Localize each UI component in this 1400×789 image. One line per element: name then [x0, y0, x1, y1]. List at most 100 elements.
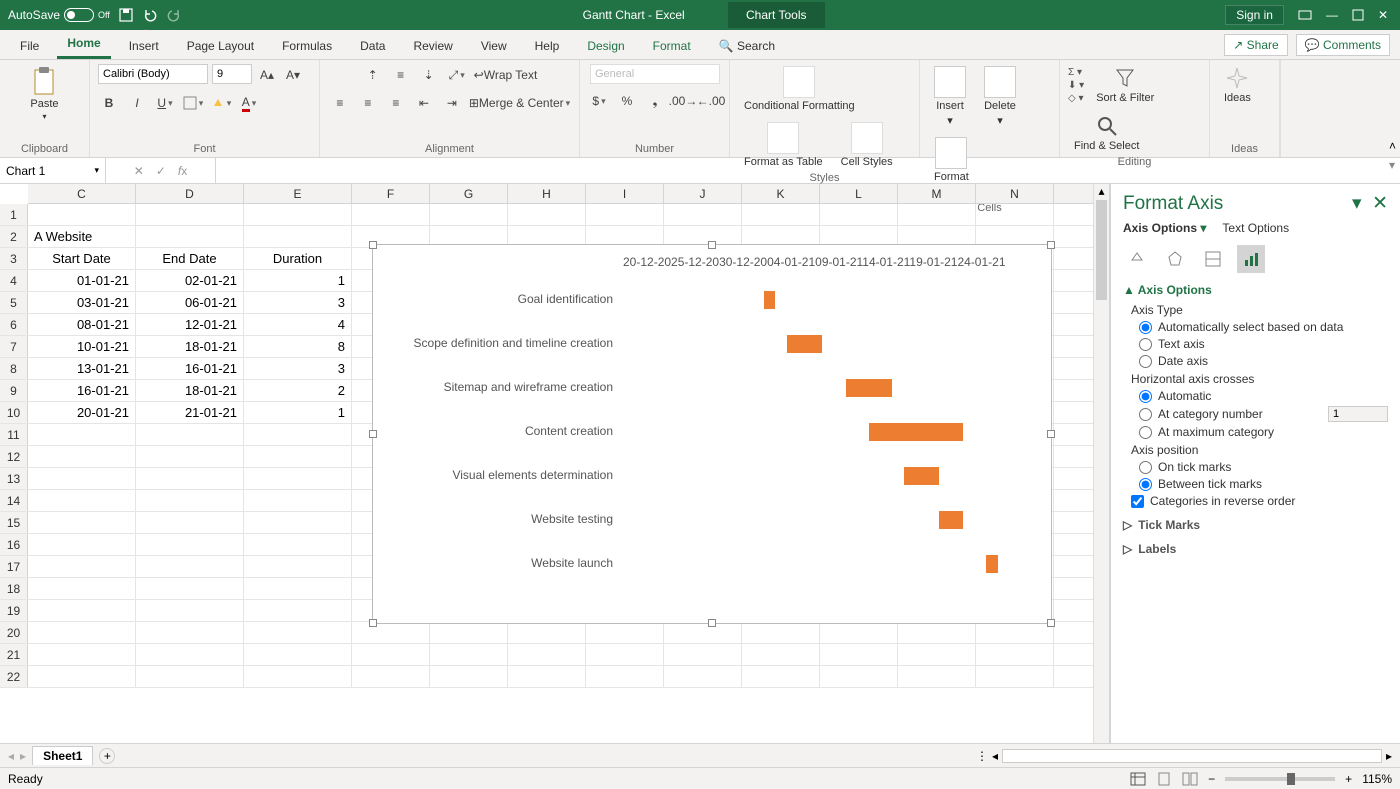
row-header[interactable]: 21 — [0, 644, 28, 665]
number-format-select[interactable] — [590, 64, 720, 84]
underline-icon[interactable]: U — [154, 92, 176, 114]
row-header[interactable]: 1 — [0, 204, 28, 225]
cell[interactable] — [898, 644, 976, 665]
cell[interactable] — [244, 424, 352, 445]
increase-decimal-icon[interactable]: .00→ — [672, 90, 694, 112]
tab-page-layout[interactable]: Page Layout — [177, 33, 264, 59]
cell[interactable] — [136, 424, 244, 445]
comma-icon[interactable]: ❟ — [644, 90, 666, 112]
hcross-category-radio[interactable]: At category number — [1139, 406, 1388, 422]
cell[interactable] — [430, 204, 508, 225]
row-header[interactable]: 8 — [0, 358, 28, 379]
cell[interactable] — [28, 534, 136, 555]
row-header[interactable]: 20 — [0, 622, 28, 643]
cell[interactable] — [586, 204, 664, 225]
axis-type-date-radio[interactable]: Date axis — [1139, 354, 1388, 368]
cell[interactable] — [136, 468, 244, 489]
panel-effects-icon[interactable] — [1161, 245, 1189, 273]
sheet-nav-next-icon[interactable]: ▸ — [20, 749, 26, 763]
cell[interactable] — [244, 446, 352, 467]
cell[interactable]: 16-01-21 — [28, 380, 136, 401]
axis-pos-between-radio[interactable]: Between tick marks — [1139, 477, 1388, 491]
tick-marks-section[interactable]: ▷ Tick Marks — [1123, 518, 1388, 532]
bold-icon[interactable]: B — [98, 92, 120, 114]
col-header[interactable]: C — [28, 184, 136, 203]
cell[interactable] — [244, 512, 352, 533]
row-header[interactable]: 12 — [0, 446, 28, 467]
cell[interactable] — [742, 644, 820, 665]
cell[interactable]: 12-01-21 — [136, 314, 244, 335]
find-select-button[interactable]: Find & Select — [1068, 112, 1145, 154]
zoom-percent[interactable]: 115% — [1362, 772, 1392, 786]
row-header[interactable]: 5 — [0, 292, 28, 313]
cell[interactable] — [430, 644, 508, 665]
cell[interactable] — [976, 622, 1054, 643]
align-left-icon[interactable]: ≡ — [329, 92, 351, 114]
cell[interactable]: Start Date — [28, 248, 136, 269]
cell[interactable] — [136, 512, 244, 533]
cell[interactable] — [28, 578, 136, 599]
cell[interactable] — [136, 446, 244, 467]
cell[interactable]: 08-01-21 — [28, 314, 136, 335]
chart-bar[interactable] — [939, 511, 962, 529]
chart-bar[interactable] — [787, 335, 822, 353]
cell[interactable] — [508, 622, 586, 643]
row-header[interactable]: 17 — [0, 556, 28, 577]
vertical-scrollbar[interactable]: ▴ — [1093, 184, 1109, 743]
cell[interactable] — [352, 622, 430, 643]
chart-handle-nw[interactable] — [369, 241, 377, 249]
formula-input[interactable] — [216, 158, 1384, 183]
cell[interactable]: 1 — [244, 402, 352, 423]
cell[interactable]: 16-01-21 — [136, 358, 244, 379]
cell[interactable]: Duration — [244, 248, 352, 269]
chart-bar[interactable] — [764, 291, 776, 309]
cell[interactable] — [28, 424, 136, 445]
chart-handle-s[interactable] — [708, 619, 716, 627]
merge-center-button[interactable]: ⊞ Merge & Center — [469, 92, 570, 114]
cell[interactable] — [28, 666, 136, 687]
new-sheet-icon[interactable]: + — [99, 748, 115, 764]
cell[interactable] — [28, 446, 136, 467]
cell[interactable] — [28, 204, 136, 225]
reverse-order-checkbox[interactable]: Categories in reverse order — [1131, 494, 1388, 508]
cell[interactable] — [28, 512, 136, 533]
worksheet-grid[interactable]: CDEFGHIJKLMN 12A Website3Start DateEnd D… — [0, 184, 1110, 743]
cell[interactable] — [586, 644, 664, 665]
sign-in-button[interactable]: Sign in — [1225, 5, 1284, 25]
axis-type-auto-radio[interactable]: Automatically select based on data — [1139, 320, 1388, 334]
row-header[interactable]: 2 — [0, 226, 28, 247]
cell[interactable]: 4 — [244, 314, 352, 335]
cell[interactable] — [244, 468, 352, 489]
labels-section[interactable]: ▷ Labels — [1123, 542, 1388, 556]
cell[interactable] — [28, 622, 136, 643]
view-normal-icon[interactable] — [1130, 772, 1146, 786]
tab-insert[interactable]: Insert — [119, 33, 169, 59]
cell[interactable] — [352, 666, 430, 687]
panel-tab-text-options[interactable]: Text Options — [1222, 221, 1289, 235]
cell[interactable] — [742, 204, 820, 225]
paste-button[interactable]: Paste▾ — [24, 64, 64, 123]
tab-help[interactable]: Help — [525, 33, 570, 59]
cell[interactable] — [244, 622, 352, 643]
cell[interactable] — [664, 622, 742, 643]
row-header[interactable]: 11 — [0, 424, 28, 445]
cell[interactable]: 8 — [244, 336, 352, 357]
cell[interactable] — [136, 600, 244, 621]
conditional-formatting-button[interactable]: Conditional Formatting — [738, 64, 861, 114]
col-header[interactable]: H — [508, 184, 586, 203]
cell[interactable]: A Website — [28, 226, 136, 247]
redo-icon[interactable] — [166, 7, 182, 23]
cell[interactable]: End Date — [136, 248, 244, 269]
collapse-ribbon-icon[interactable]: ˄ — [1389, 139, 1396, 153]
align-middle-icon[interactable]: ≡ — [390, 64, 412, 86]
cell[interactable] — [976, 204, 1054, 225]
cell[interactable] — [820, 622, 898, 643]
cell[interactable]: 3 — [244, 358, 352, 379]
panel-size-icon[interactable] — [1199, 245, 1227, 273]
cell[interactable] — [508, 666, 586, 687]
row-header[interactable]: 22 — [0, 666, 28, 687]
comments-button[interactable]: 💬 Comments — [1296, 34, 1390, 56]
align-top-icon[interactable]: ⇡ — [362, 64, 384, 86]
tab-review[interactable]: Review — [403, 33, 462, 59]
insert-cells-button[interactable]: Insert▾ — [928, 64, 972, 129]
